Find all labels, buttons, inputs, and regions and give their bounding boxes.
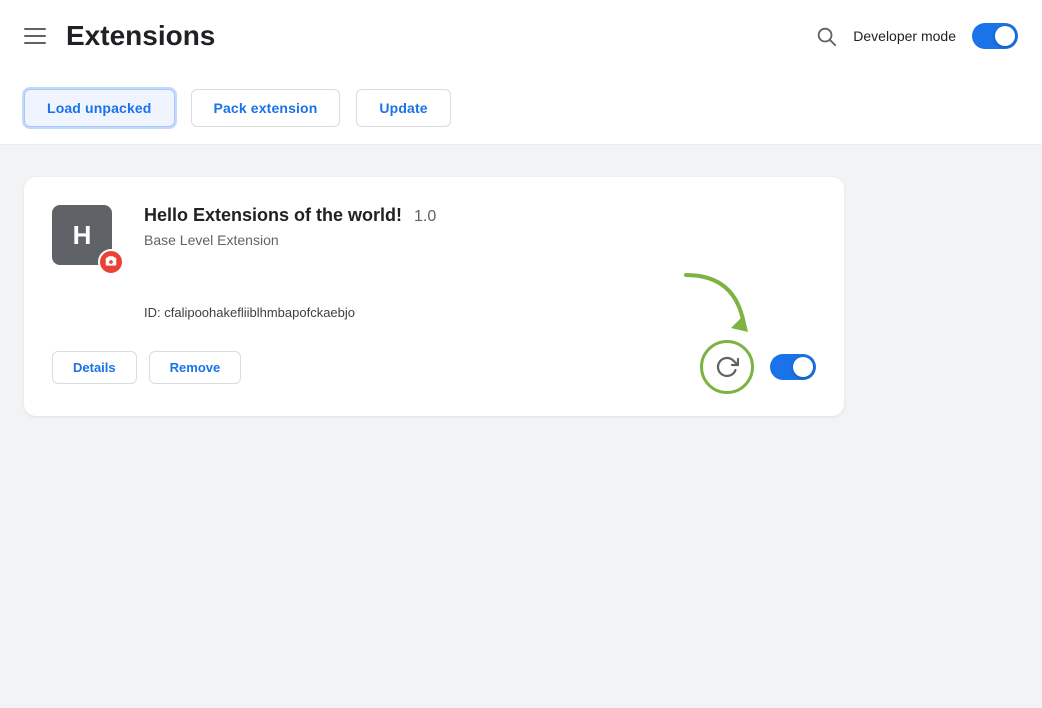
menu-icon[interactable]: [24, 28, 46, 44]
search-icon: [815, 25, 837, 47]
extension-info: Hello Extensions of the world! 1.0 Base …: [144, 205, 436, 248]
toggle-knob: [995, 26, 1015, 46]
main-content: H Hello Extensions of the world! 1.0 Bas…: [0, 145, 1042, 708]
extension-badge: [98, 249, 124, 275]
card-bottom: Details Remove: [52, 340, 816, 394]
update-button[interactable]: Update: [356, 89, 450, 127]
extension-toggle[interactable]: [770, 354, 816, 380]
extension-version: 1.0: [414, 208, 436, 226]
extension-id: ID: cfalipoohakefliiblhmbapofckaebjo: [144, 305, 355, 320]
pack-extension-button[interactable]: Pack extension: [191, 89, 341, 127]
header: Extensions Developer mode: [0, 0, 1042, 72]
extension-name-row: Hello Extensions of the world! 1.0: [144, 205, 436, 226]
arrow-annotation: [676, 270, 756, 340]
green-arrow-icon: [676, 270, 756, 340]
reload-button[interactable]: [700, 340, 754, 394]
developer-mode-toggle[interactable]: [972, 23, 1018, 49]
remove-button[interactable]: Remove: [149, 351, 242, 384]
card-right: [700, 340, 816, 394]
card-top: H Hello Extensions of the world! 1.0 Bas…: [52, 205, 816, 273]
load-unpacked-button[interactable]: Load unpacked: [24, 89, 175, 127]
reload-button-wrapper: [700, 340, 754, 394]
page-title: Extensions: [66, 20, 815, 52]
extension-icon-letter: H: [73, 220, 92, 251]
extension-icon-wrapper: H: [52, 205, 120, 273]
reload-icon: [715, 355, 739, 379]
developer-mode-label: Developer mode: [853, 28, 956, 44]
extensions-page: Extensions Developer mode Load unpacked …: [0, 0, 1042, 708]
details-button[interactable]: Details: [52, 351, 137, 384]
extension-card: H Hello Extensions of the world! 1.0 Bas…: [24, 177, 844, 416]
toolbar: Load unpacked Pack extension Update: [0, 72, 1042, 144]
camera-icon: [104, 255, 118, 269]
header-right: Developer mode: [815, 23, 1018, 49]
card-actions: Details Remove: [52, 351, 241, 384]
extension-toggle-knob: [793, 357, 813, 377]
search-button[interactable]: [815, 25, 837, 47]
extension-description: Base Level Extension: [144, 232, 436, 248]
extension-name: Hello Extensions of the world!: [144, 205, 402, 226]
